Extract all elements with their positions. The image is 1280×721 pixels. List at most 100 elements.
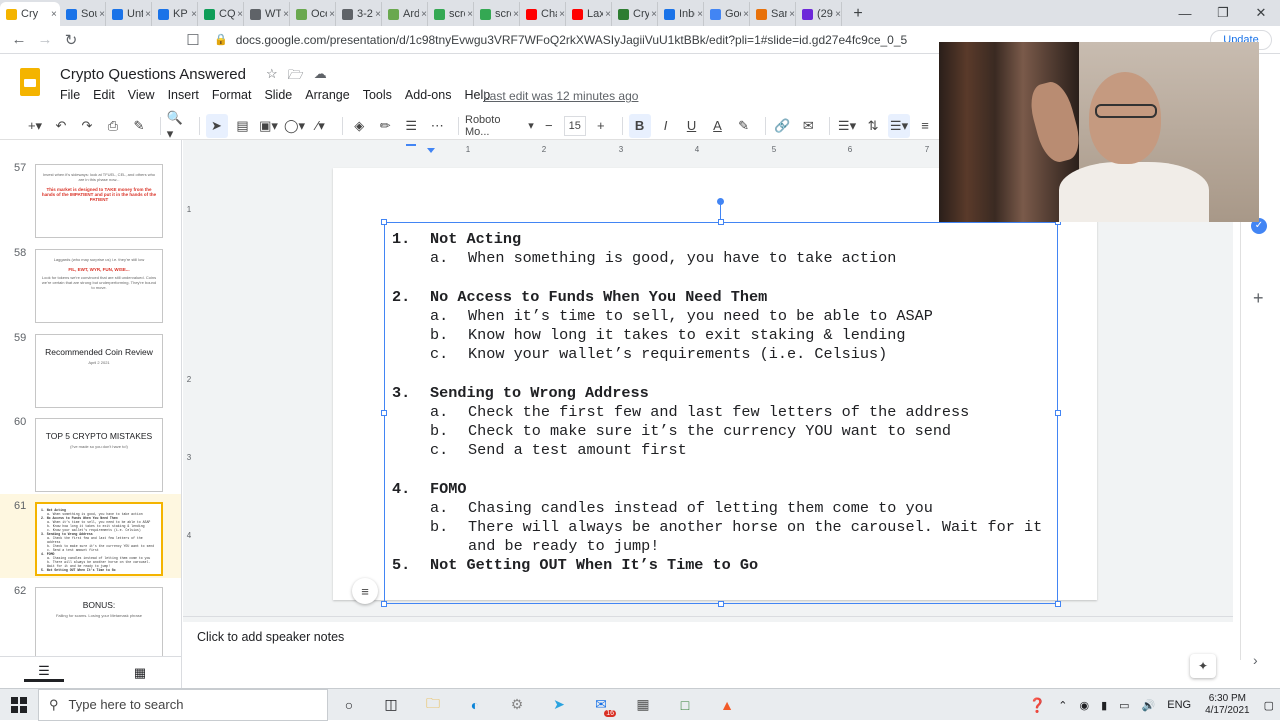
rotation-handle[interactable] xyxy=(717,198,724,205)
browser-tab[interactable]: Cry × xyxy=(0,2,60,26)
edge-icon[interactable]: ◐ xyxy=(454,689,496,721)
browser-tab[interactable]: KP Stoc× xyxy=(152,2,198,26)
paint-format-icon[interactable]: ✎ xyxy=(128,114,150,138)
browser-tab[interactable]: South S× xyxy=(60,2,106,26)
slide-thumbnail[interactable]: 1. Not Acting a. When something is good, … xyxy=(35,502,163,576)
telegram-icon[interactable]: ➤ xyxy=(538,689,580,721)
add-addon-icon[interactable]: + xyxy=(1253,288,1264,309)
select-cursor-icon[interactable]: ➤ xyxy=(205,113,228,138)
resize-handle[interactable] xyxy=(718,601,724,607)
new-tab-button[interactable]: + xyxy=(846,2,870,26)
collapse-panel-icon[interactable]: › xyxy=(1253,652,1258,668)
menu-item[interactable]: View xyxy=(128,88,155,102)
network-icon[interactable]: ▭ xyxy=(1119,699,1129,712)
numbered-list-icon[interactable]: ☰▾ xyxy=(888,113,911,138)
clock[interactable]: 6:30 PM 4/17/2021 xyxy=(1205,693,1250,717)
text-box-icon[interactable]: ▤ xyxy=(232,114,254,138)
volume-icon[interactable]: 🔊 xyxy=(1142,699,1156,712)
bookmark-icon[interactable]: ☐ xyxy=(180,27,206,53)
close-tab-icon[interactable]: × xyxy=(99,9,105,20)
browser-tab[interactable]: Untitle× xyxy=(106,2,152,26)
close-tab-icon[interactable]: × xyxy=(191,9,197,20)
font-family-select[interactable]: Roboto Mo... ▾ xyxy=(465,114,534,138)
slide-list-text[interactable]: 1. Not Acting a. When something is good, yo… xyxy=(392,230,1052,576)
underline-icon[interactable]: U xyxy=(681,114,703,138)
fill-color-icon[interactable]: ◈ xyxy=(348,114,370,138)
close-tab-icon[interactable]: × xyxy=(743,9,749,20)
app-icon[interactable]: ⚙ xyxy=(496,689,538,721)
windows-start-icon[interactable] xyxy=(0,689,38,721)
resize-handle[interactable] xyxy=(1055,410,1061,416)
browser-tab[interactable]: Ardor p× xyxy=(382,2,428,26)
menu-item[interactable]: Slide xyxy=(264,88,292,102)
star-icon[interactable]: ☆ xyxy=(266,66,278,88)
border-dash-icon[interactable]: ⋯ xyxy=(426,114,448,138)
calculator-icon[interactable]: ▦ xyxy=(622,689,664,721)
bulleted-list-icon[interactable]: ≡ xyxy=(914,114,936,138)
browser-tab[interactable]: 3-27-2× xyxy=(336,2,382,26)
file-explorer-icon[interactable]: 🗀 xyxy=(412,689,454,721)
browser-tab[interactable]: screen× xyxy=(428,2,474,26)
menu-item[interactable]: Tools xyxy=(363,88,392,102)
taskbar-search-box[interactable]: ⚲ Type here to search xyxy=(38,688,328,721)
close-tab-icon[interactable]: × xyxy=(375,9,381,20)
url-field[interactable]: 🔒 docs.google.com/presentation/d/1c98tny… xyxy=(214,29,954,51)
highlight-icon[interactable]: ✎ xyxy=(733,114,755,138)
last-edit-link[interactable]: Last edit was 12 minutes ago xyxy=(483,89,638,103)
google-slides-logo-icon[interactable] xyxy=(20,68,40,96)
speaker-notes[interactable]: Click to add speaker notes xyxy=(197,630,344,644)
menu-item[interactable]: Edit xyxy=(93,88,115,102)
indent-marker-icon[interactable] xyxy=(427,148,435,153)
language-indicator[interactable]: ENG xyxy=(1167,699,1191,711)
font-size-input[interactable]: 15 xyxy=(563,115,586,136)
close-tab-icon[interactable]: × xyxy=(513,9,519,20)
italic-icon[interactable]: I xyxy=(655,114,677,138)
document-title[interactable]: Crypto Questions Answered xyxy=(60,66,246,83)
autofit-options-icon[interactable]: ≡ xyxy=(352,578,378,604)
slide-thumbnail[interactable]: Recommended Coin Review April 2 2021 xyxy=(35,334,163,408)
resize-handle[interactable] xyxy=(381,219,387,225)
menu-item[interactable]: Format xyxy=(212,88,252,102)
browser-tab[interactable]: (292 un× xyxy=(796,2,842,26)
close-tab-icon[interactable]: × xyxy=(605,9,611,20)
shape-icon[interactable]: ◯▾ xyxy=(284,114,306,138)
browser-tab[interactable]: screen× xyxy=(474,2,520,26)
browser-tab[interactable]: WT 5 T× xyxy=(244,2,290,26)
text-color-icon[interactable]: A xyxy=(707,114,729,138)
close-tab-icon[interactable]: × xyxy=(421,9,427,20)
usb-icon[interactable]: ▮ xyxy=(1101,699,1107,712)
slide-thumbnail[interactable]: TOP 5 CRYPTO MISTAKES (I've made so you d… xyxy=(35,418,163,492)
menu-item[interactable]: Insert xyxy=(168,88,199,102)
browser-tab[interactable]: Crypto× xyxy=(612,2,658,26)
browser-tab[interactable]: Sanskri× xyxy=(750,2,796,26)
line-spacing-icon[interactable]: ⇅ xyxy=(862,114,884,138)
first-line-indent-marker-icon[interactable] xyxy=(406,144,416,146)
slide-thumbnail[interactable]: Laggards (who may surprise us) i.e. they… xyxy=(35,249,163,323)
close-tab-icon[interactable]: × xyxy=(467,9,473,20)
print-icon[interactable]: ⎙ xyxy=(102,114,124,138)
menu-item[interactable]: Add-ons xyxy=(405,88,452,102)
close-tab-icon[interactable]: × xyxy=(283,9,289,20)
close-tab-icon[interactable]: × xyxy=(329,9,335,20)
forward-button[interactable]: → xyxy=(32,27,58,53)
menu-item[interactable]: File xyxy=(60,88,80,102)
border-weight-icon[interactable]: ☰ xyxy=(400,114,422,138)
brave-icon[interactable]: ▲ xyxy=(706,689,748,721)
menu-item[interactable]: Arrange xyxy=(305,88,349,102)
undo-icon[interactable]: ↶ xyxy=(50,114,72,138)
back-button[interactable]: ← xyxy=(6,27,32,53)
slide-thumbnail[interactable]: Invest when it's sideways: look at TFUEL… xyxy=(35,164,163,238)
slide-thumbnail[interactable]: BONUS: Falling for scams. Losing your Met… xyxy=(35,587,163,656)
task-view-icon[interactable]: ◫ xyxy=(370,689,412,721)
close-window-button[interactable]: ✕ xyxy=(1242,0,1280,26)
notes-divider[interactable] xyxy=(183,616,1233,622)
browser-tab[interactable]: Inbox (× xyxy=(658,2,704,26)
close-tab-icon[interactable]: × xyxy=(51,9,57,20)
notifications-icon[interactable]: ▢ xyxy=(1264,699,1274,712)
browser-tab[interactable]: Google× xyxy=(704,2,750,26)
browser-tab[interactable]: Ocean× xyxy=(290,2,336,26)
border-color-icon[interactable]: ✏ xyxy=(374,114,396,138)
minimize-button[interactable]: — xyxy=(1166,0,1204,26)
help-icon[interactable]: ❓ xyxy=(1029,697,1046,714)
resize-handle[interactable] xyxy=(718,219,724,225)
